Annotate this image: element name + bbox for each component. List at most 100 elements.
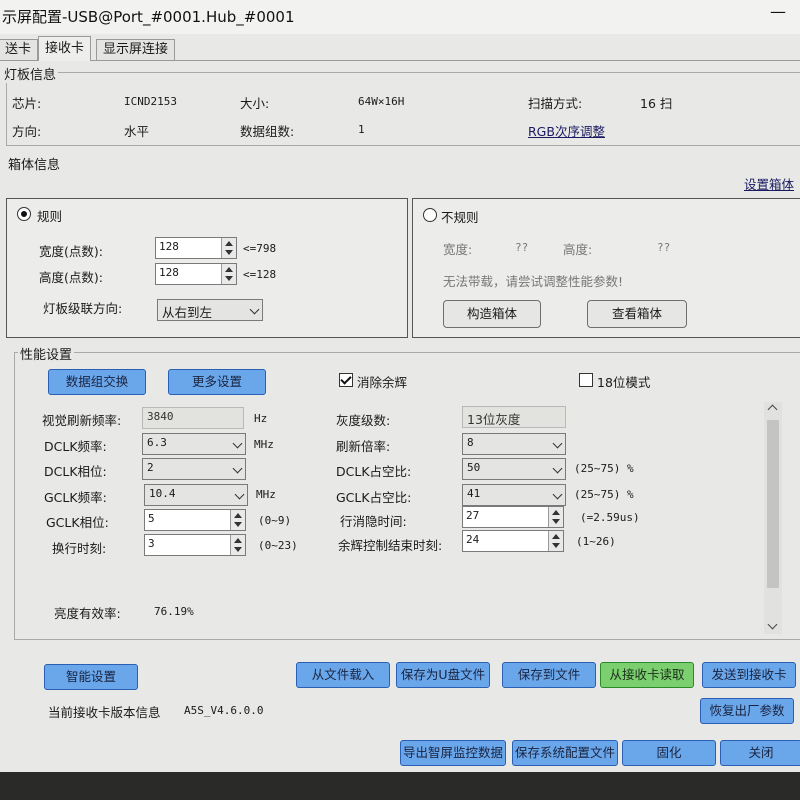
gray-label: 灰度级数: — [336, 413, 391, 428]
brightness-eff-label: 亮度有效率: — [54, 606, 121, 621]
gclk-phase-range: (0~9) — [258, 514, 292, 527]
regular-panel: 规则 宽度(点数): 128 <=798 高度(点数): 128 <=128 灯… — [6, 198, 408, 338]
gclk-phase-label: GCLK相位: — [46, 515, 109, 530]
height-label: 高度(点数): — [39, 270, 103, 285]
ghost-end-label: 余辉控制结束时刻: — [338, 538, 443, 553]
chevron-down-icon — [232, 438, 243, 449]
gclk-duty-select[interactable]: 41 — [462, 484, 566, 506]
data-groups-label: 数据组数: — [240, 124, 295, 139]
brightness-eff-value: 76.19% — [154, 605, 194, 618]
ghost-end-stepper[interactable]: 24 — [462, 530, 564, 552]
view-cabinet-button[interactable]: 查看箱体 — [587, 300, 687, 328]
close-button[interactable]: 关闭 — [720, 740, 800, 766]
irregular-width-label: 宽度: — [443, 242, 473, 257]
tab-strip: 送卡 接收卡 显示屏连接 — [0, 36, 800, 61]
data-groups-value: 1 — [358, 123, 365, 136]
chip-label: 芯片: — [12, 96, 42, 111]
dclk-phase-select[interactable]: 2 — [142, 458, 246, 480]
scroll-up-icon[interactable] — [767, 404, 778, 415]
version-value: A5S_V4.6.0.0 — [184, 704, 264, 717]
save-to-file-button[interactable]: 保存到文件 — [502, 662, 596, 688]
height-stepper[interactable]: 128 — [155, 263, 237, 285]
version-label: 当前接收卡版本信息 — [48, 705, 161, 720]
stepper-arrows-icon[interactable] — [548, 507, 563, 527]
stepper-arrows-icon[interactable] — [548, 531, 563, 551]
width-stepper[interactable]: 128 — [155, 237, 237, 259]
dclk-phase-label: DCLK相位: — [44, 464, 107, 479]
export-monitor-button[interactable]: 导出智屏监控数据 — [400, 740, 506, 766]
minimize-button[interactable]: — — [770, 2, 786, 21]
width-stepper-arrows-icon[interactable] — [221, 238, 236, 258]
dclk-duty-range: (25~75) % — [574, 462, 634, 475]
send-to-card-button[interactable]: 发送到接收卡 — [702, 662, 796, 688]
size-value: 64W×16H — [358, 95, 405, 108]
scroll-down-icon[interactable] — [767, 619, 778, 630]
blank-time-range: (=2.59us) — [580, 511, 640, 524]
chevron-down-icon — [249, 304, 260, 315]
refresh-label: 视觉刷新频率: — [42, 413, 122, 428]
cabinet-legend: 箱体信息 — [6, 154, 63, 173]
dclk-freq-label: DCLK频率: — [44, 439, 107, 454]
build-cabinet-button[interactable]: 构造箱体 — [443, 300, 541, 328]
gclk-freq-label: GCLK频率: — [44, 490, 107, 505]
stepper-arrows-icon[interactable] — [230, 510, 245, 530]
width-label: 宽度(点数): — [39, 244, 103, 259]
ghost-elimination-checkbox[interactable] — [339, 373, 353, 387]
direction-value: 水平 — [124, 124, 150, 139]
rgb-order-link[interactable]: RGB次序调整 — [528, 121, 605, 140]
regular-radio[interactable] — [17, 207, 31, 221]
cascade-label: 灯板级联方向: — [43, 301, 123, 316]
refresh-unit: Hz — [254, 412, 268, 425]
irregular-height-label: 高度: — [563, 242, 593, 257]
ghost-end-range: (1~26) — [576, 535, 616, 548]
restore-factory-button[interactable]: 恢复出厂参数 — [700, 698, 794, 724]
load-from-file-button[interactable]: 从文件载入 — [296, 662, 390, 688]
read-from-card-button[interactable]: 从接收卡读取 — [600, 662, 694, 688]
refresh-mult-label: 刷新倍率: — [336, 439, 391, 454]
line-change-range: (0~23) — [258, 539, 298, 552]
line-change-stepper[interactable]: 3 — [144, 534, 246, 556]
ghost-elimination-label: 消除余辉 — [357, 375, 408, 390]
more-settings-button[interactable]: 更多设置 — [168, 369, 266, 395]
blank-time-stepper[interactable]: 27 — [462, 506, 564, 528]
scrollbar-thumb[interactable] — [767, 420, 779, 588]
tab-screen-connection[interactable]: 显示屏连接 — [96, 39, 176, 60]
irregular-radio[interactable] — [423, 208, 437, 222]
refresh-mult-select[interactable]: 8 — [462, 433, 566, 455]
bit18-mode-checkbox[interactable] — [579, 373, 593, 387]
chevron-down-icon — [232, 463, 243, 474]
irregular-height-value: ?? — [657, 241, 671, 254]
direction-label: 方向: — [12, 124, 42, 139]
gclk-duty-range: (25~75) % — [574, 488, 634, 501]
cabinet-settings-link[interactable]: 设置箱体 — [744, 174, 794, 193]
irregular-label: 不规则 — [441, 210, 479, 225]
dclk-duty-select[interactable]: 50 — [462, 458, 566, 480]
height-stepper-arrows-icon[interactable] — [221, 264, 236, 284]
irregular-panel: 不规则 宽度: ?? 高度: ?? 无法带载，请尝试调整性能参数! 构造箱体 查… — [412, 198, 800, 338]
regular-label: 规则 — [37, 209, 63, 224]
gclk-phase-stepper[interactable]: 5 — [144, 509, 246, 531]
stepper-arrows-icon[interactable] — [230, 535, 245, 555]
size-label: 大小: — [240, 96, 270, 111]
refresh-field: 3840 — [142, 407, 244, 429]
gclk-freq-select[interactable]: 10.4 — [144, 484, 248, 506]
save-to-usb-button[interactable]: 保存为U盘文件 — [396, 662, 490, 688]
chevron-down-icon — [234, 489, 245, 500]
tab-receive-card[interactable]: 接收卡 — [38, 36, 92, 61]
smart-settings-button[interactable]: 智能设置 — [44, 664, 138, 690]
config-window: 示屏配置-USB@Port_#0001.Hub_#0001 — 送卡 接收卡 显… — [0, 0, 800, 772]
gray-field: 13位灰度 — [462, 406, 566, 428]
solidify-button[interactable]: 固化 — [622, 740, 716, 766]
dclk-freq-select[interactable]: 6.3 — [142, 433, 246, 455]
gclk-freq-unit: MHz — [256, 488, 276, 501]
save-system-config-button[interactable]: 保存系统配置文件 — [512, 740, 618, 766]
performance-scrollbar[interactable] — [764, 402, 782, 634]
dclk-duty-label: DCLK占空比: — [336, 464, 412, 479]
cascade-direction-select[interactable]: 从右到左 — [157, 299, 263, 321]
data-exchange-button[interactable]: 数据组交换 — [48, 369, 146, 395]
performance-legend: 性能设置 — [18, 344, 75, 363]
tab-send-card[interactable]: 送卡 — [0, 39, 39, 60]
line-change-label: 换行时刻: — [52, 541, 107, 556]
irregular-width-value: ?? — [515, 241, 529, 254]
chevron-down-icon — [552, 438, 563, 449]
